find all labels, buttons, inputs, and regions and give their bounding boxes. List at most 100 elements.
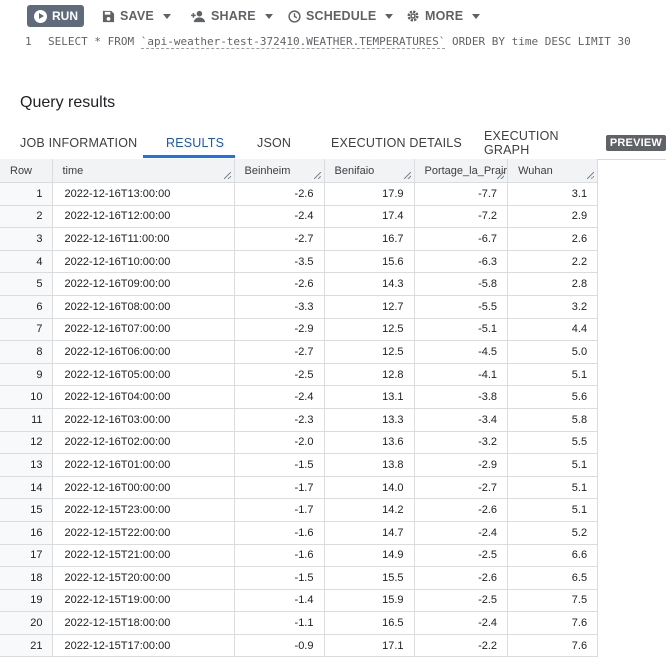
beinheim-cell[interactable]: -3.3 bbox=[234, 295, 325, 319]
time-cell[interactable]: 2022-12-15T17:00:00 bbox=[52, 634, 235, 657]
time-cell[interactable]: 2022-12-16T01:00:00 bbox=[52, 453, 235, 477]
more-button[interactable]: MORE bbox=[406, 6, 481, 26]
row-number-cell[interactable]: 15 bbox=[0, 498, 53, 522]
time-cell[interactable]: 2022-12-15T19:00:00 bbox=[52, 589, 235, 613]
beinheim-cell[interactable]: -2.5 bbox=[234, 363, 325, 387]
tab-execution-details[interactable]: EXECUTION DETAILS bbox=[331, 127, 462, 158]
benifaio-cell[interactable]: 15.6 bbox=[324, 250, 415, 274]
benifaio-cell[interactable]: 15.9 bbox=[324, 589, 415, 613]
beinheim-cell[interactable]: -1.4 bbox=[234, 589, 325, 613]
portage-cell[interactable]: -2.5 bbox=[414, 589, 509, 613]
portage-cell[interactable]: -5.5 bbox=[414, 295, 509, 319]
time-cell[interactable]: 2022-12-16T08:00:00 bbox=[52, 295, 235, 319]
resize-handle-icon[interactable] bbox=[497, 172, 505, 179]
portage-cell[interactable]: -2.9 bbox=[414, 453, 509, 477]
beinheim-cell[interactable]: -2.7 bbox=[234, 227, 325, 251]
portage-cell[interactable]: -2.5 bbox=[414, 544, 509, 568]
wuhan-cell[interactable]: 2.2 bbox=[507, 250, 599, 274]
time-cell[interactable]: 2022-12-16T11:00:00 bbox=[52, 227, 235, 251]
row-number-cell[interactable]: 18 bbox=[0, 566, 53, 590]
benifaio-cell[interactable]: 12.5 bbox=[324, 340, 415, 364]
wuhan-cell[interactable]: 2.6 bbox=[507, 227, 599, 251]
beinheim-cell[interactable]: -1.7 bbox=[234, 476, 325, 500]
tab-execution-graph[interactable]: EXECUTION GRAPH PREVIEW bbox=[484, 127, 666, 158]
wuhan-cell[interactable]: 5.1 bbox=[507, 476, 599, 500]
portage-cell[interactable]: -5.8 bbox=[414, 272, 509, 296]
wuhan-cell[interactable]: 6.5 bbox=[507, 566, 599, 590]
beinheim-cell[interactable]: -2.6 bbox=[234, 272, 325, 296]
portage-cell[interactable]: -4.1 bbox=[414, 363, 509, 387]
row-number-cell[interactable]: 20 bbox=[0, 611, 53, 635]
wuhan-cell[interactable]: 5.2 bbox=[507, 521, 599, 545]
time-cell[interactable]: 2022-12-15T22:00:00 bbox=[52, 521, 235, 545]
resize-handle-icon[interactable] bbox=[587, 172, 595, 179]
row-number-cell[interactable]: 6 bbox=[0, 295, 53, 319]
resize-handle-icon[interactable] bbox=[403, 172, 411, 179]
save-button[interactable]: SAVE bbox=[102, 6, 171, 26]
beinheim-cell[interactable]: -1.5 bbox=[234, 566, 325, 590]
wuhan-cell[interactable]: 5.1 bbox=[507, 453, 599, 477]
sql-query[interactable]: SELECT * FROM `api-weather-test-372410.W… bbox=[48, 35, 631, 49]
portage-cell[interactable]: -7.7 bbox=[414, 182, 509, 206]
row-number-cell[interactable]: 11 bbox=[0, 408, 53, 432]
beinheim-cell[interactable]: -2.4 bbox=[234, 205, 325, 229]
row-number-cell[interactable]: 19 bbox=[0, 589, 53, 613]
wuhan-cell[interactable]: 6.6 bbox=[507, 544, 599, 568]
row-number-cell[interactable]: 7 bbox=[0, 318, 53, 342]
run-button[interactable]: RUN bbox=[27, 5, 84, 27]
row-number-cell[interactable]: 2 bbox=[0, 205, 53, 229]
row-number-cell[interactable]: 1 bbox=[0, 182, 53, 206]
benifaio-cell[interactable]: 12.7 bbox=[324, 295, 415, 319]
benifaio-cell[interactable]: 14.3 bbox=[324, 272, 415, 296]
benifaio-cell[interactable]: 14.2 bbox=[324, 498, 415, 522]
beinheim-cell[interactable]: -2.4 bbox=[234, 385, 325, 409]
column-header-time[interactable]: time bbox=[52, 159, 235, 183]
wuhan-cell[interactable]: 5.1 bbox=[507, 498, 599, 522]
benifaio-cell[interactable]: 15.5 bbox=[324, 566, 415, 590]
benifaio-cell[interactable]: 14.7 bbox=[324, 521, 415, 545]
time-cell[interactable]: 2022-12-16T06:00:00 bbox=[52, 340, 235, 364]
beinheim-cell[interactable]: -2.3 bbox=[234, 408, 325, 432]
row-number-cell[interactable]: 5 bbox=[0, 272, 53, 296]
beinheim-cell[interactable]: -0.9 bbox=[234, 634, 325, 657]
time-cell[interactable]: 2022-12-16T02:00:00 bbox=[52, 431, 235, 455]
portage-cell[interactable]: -2.7 bbox=[414, 476, 509, 500]
wuhan-cell[interactable]: 7.5 bbox=[507, 589, 599, 613]
portage-cell[interactable]: -2.4 bbox=[414, 611, 509, 635]
portage-cell[interactable]: -2.6 bbox=[414, 498, 509, 522]
column-header-benifaio[interactable]: Benifaio bbox=[324, 159, 415, 183]
column-header-wuhan[interactable]: Wuhan bbox=[507, 159, 599, 183]
time-cell[interactable]: 2022-12-15T20:00:00 bbox=[52, 566, 235, 590]
beinheim-cell[interactable]: -1.6 bbox=[234, 544, 325, 568]
wuhan-cell[interactable]: 5.1 bbox=[507, 363, 599, 387]
column-header-portage-la-prairie[interactable]: Portage_la_Prair bbox=[414, 159, 509, 183]
portage-cell[interactable]: -2.2 bbox=[414, 634, 509, 657]
portage-cell[interactable]: -3.4 bbox=[414, 408, 509, 432]
benifaio-cell[interactable]: 17.4 bbox=[324, 205, 415, 229]
share-button[interactable]: SHARE bbox=[191, 6, 273, 26]
wuhan-cell[interactable]: 7.6 bbox=[507, 611, 599, 635]
column-header-beinheim[interactable]: Beinheim bbox=[234, 159, 325, 183]
time-cell[interactable]: 2022-12-16T03:00:00 bbox=[52, 408, 235, 432]
wuhan-cell[interactable]: 7.6 bbox=[507, 634, 599, 657]
sql-editor[interactable]: 1 SELECT * FROM `api-weather-test-372410… bbox=[0, 32, 666, 82]
row-number-cell[interactable]: 8 bbox=[0, 340, 53, 364]
row-number-cell[interactable]: 9 bbox=[0, 363, 53, 387]
wuhan-cell[interactable]: 5.5 bbox=[507, 431, 599, 455]
beinheim-cell[interactable]: -1.5 bbox=[234, 453, 325, 477]
time-cell[interactable]: 2022-12-15T21:00:00 bbox=[52, 544, 235, 568]
wuhan-cell[interactable]: 5.0 bbox=[507, 340, 599, 364]
time-cell[interactable]: 2022-12-16T10:00:00 bbox=[52, 250, 235, 274]
portage-cell[interactable]: -6.3 bbox=[414, 250, 509, 274]
portage-cell[interactable]: -2.4 bbox=[414, 521, 509, 545]
benifaio-cell[interactable]: 13.3 bbox=[324, 408, 415, 432]
wuhan-cell[interactable]: 2.9 bbox=[507, 205, 599, 229]
wuhan-cell[interactable]: 3.1 bbox=[507, 182, 599, 206]
benifaio-cell[interactable]: 13.6 bbox=[324, 431, 415, 455]
beinheim-cell[interactable]: -1.1 bbox=[234, 611, 325, 635]
resize-handle-icon[interactable] bbox=[313, 172, 321, 179]
time-cell[interactable]: 2022-12-15T18:00:00 bbox=[52, 611, 235, 635]
benifaio-cell[interactable]: 13.1 bbox=[324, 385, 415, 409]
row-number-cell[interactable]: 12 bbox=[0, 431, 53, 455]
beinheim-cell[interactable]: -2.9 bbox=[234, 318, 325, 342]
